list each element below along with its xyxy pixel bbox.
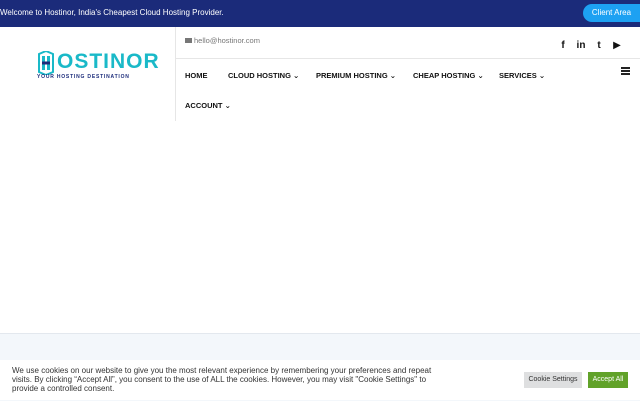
nav-account[interactable]: ACCOUNT ⌄ [185, 101, 231, 110]
welcome-text: Welcome to Hostinor, India's Cheapest Cl… [0, 8, 224, 17]
chevron-down-icon: ⌄ [224, 101, 231, 110]
nav-account-label: ACCOUNT [185, 101, 223, 110]
envelope-icon [185, 37, 192, 43]
cookie-banner: We use cookies on our website to give yo… [0, 360, 640, 400]
hamburger-menu-icon[interactable] [621, 67, 630, 75]
site-logo[interactable]: OSTINOR YOUR HOSTING DESTINATION [35, 50, 159, 83]
chevron-down-icon: ⌄ [477, 71, 484, 80]
accept-all-button[interactable]: Accept All [588, 372, 628, 388]
social-links: f in t ▶ [558, 35, 630, 51]
nav-services-label: SERVICES [499, 71, 537, 80]
chevron-down-icon: ⌄ [389, 71, 397, 80]
contact-email[interactable]: hello@hostinor.com [185, 36, 260, 45]
nav-premium-hosting[interactable]: PREMIUM HOSTING ⌄ [316, 71, 396, 80]
logo-tagline: YOUR HOSTING DESTINATION [37, 74, 130, 80]
client-area-button[interactable]: Client Area [583, 4, 640, 22]
main-content [0, 121, 640, 333]
chevron-down-icon: ⌄ [538, 71, 546, 80]
twitter-icon[interactable]: t [594, 41, 604, 51]
facebook-icon[interactable]: f [558, 41, 568, 51]
youtube-icon[interactable]: ▶ [612, 41, 622, 51]
linkedin-icon[interactable]: in [576, 41, 586, 51]
header-rule [176, 58, 640, 59]
nav-cloud-hosting[interactable]: CLOUD HOSTING ⌄ [228, 71, 299, 80]
logo-text: OSTINOR [57, 50, 160, 73]
nav-services[interactable]: SERVICES ⌄ [499, 71, 545, 80]
cookie-settings-button[interactable]: Cookie Settings [524, 372, 582, 388]
nav-cheap-hosting[interactable]: CHEAP HOSTING ⌄ [413, 71, 484, 80]
nav-cheap-hosting-label: CHEAP HOSTING [413, 71, 476, 80]
top-announcement-bar: Welcome to Hostinor, India's Cheapest Cl… [0, 0, 640, 27]
nav-home[interactable]: HOME [185, 71, 208, 80]
logo-h-icon [38, 51, 54, 75]
cookie-message: We use cookies on our website to give yo… [12, 366, 432, 393]
nav-cloud-hosting-label: CLOUD HOSTING [228, 71, 291, 80]
email-text: hello@hostinor.com [194, 36, 260, 45]
header-divider [175, 27, 176, 121]
chevron-down-icon: ⌄ [293, 71, 300, 80]
site-header: OSTINOR YOUR HOSTING DESTINATION hello@h… [0, 27, 640, 121]
nav-premium-hosting-label: PREMIUM HOSTING [316, 71, 388, 80]
